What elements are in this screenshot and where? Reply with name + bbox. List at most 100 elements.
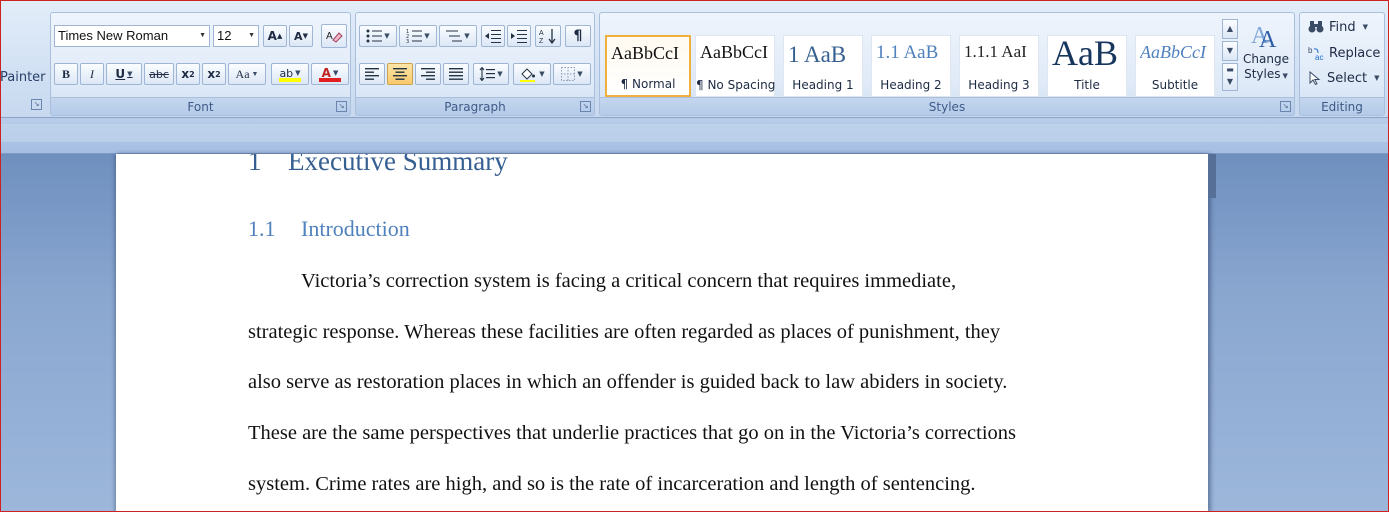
font-size-combo[interactable]: 12 ▼ [213,25,259,47]
styles-scroll-up-button[interactable]: ▲ [1222,19,1238,39]
justify-button[interactable] [443,63,469,85]
change-case-button[interactable]: Aa ▼ [228,63,266,85]
chevron-down-icon: ▼ [251,70,259,78]
style-name: Subtitle [1151,78,1199,92]
style-tile[interactable]: AaBbCcI Subtitle [1135,35,1215,97]
styles-more-button[interactable]: ▬ ▼ [1222,63,1238,91]
svg-text:ac: ac [1315,53,1323,60]
paragraph-line[interactable]: These are the same perspectives that und… [248,422,1016,445]
borders-button[interactable]: ▼ [553,63,591,85]
paragraph-group-label: Paragraph [356,97,594,115]
styles-scroll-down-button[interactable]: ▼ [1222,41,1238,61]
document-page[interactable]: 1 Executive Summary 1.1 Introduction Victo… [116,154,1208,512]
style-name: Title [1074,78,1100,92]
style-tile[interactable]: 1 AaB Heading 1 [783,35,863,97]
style-tile[interactable]: 1.1 AaB Heading 2 [871,35,951,97]
align-center-button[interactable] [387,63,413,85]
decrease-indent-button[interactable] [481,25,505,47]
styles-group: AaBbCcI ¶ Normal AaBbCcI ¶ No Spacing 1 AaB H… [599,12,1295,116]
pilcrow-icon: ¶ [573,28,583,44]
chevron-down-icon: ▼ [577,70,583,78]
select-button[interactable]: Select ▼ [1308,68,1380,88]
decrease-indent-icon [485,30,501,43]
italic-button[interactable]: I [80,63,104,85]
bold-button[interactable]: B [54,63,78,85]
align-left-icon [365,68,379,80]
paragraph-line[interactable]: also serve as restoration places in whic… [248,371,1007,394]
align-right-icon [421,68,435,80]
style-tile[interactable]: 1.1.1 AaI Heading 3 [959,35,1039,97]
chevron-down-icon: ▼ [295,69,301,77]
align-center-icon [393,68,407,80]
font-color-button[interactable]: A ▼ [311,63,349,85]
bullets-icon [366,29,383,43]
chevron-down-icon: ▼ [384,32,390,40]
style-sample: AaBbCcI [700,42,768,62]
grow-font-button[interactable]: A ▲ [263,25,287,47]
font-color-swatch [319,78,341,82]
find-button[interactable]: Find ▼ [1308,17,1368,37]
paragraph-line[interactable]: Victoria’s correction system is facing a… [301,270,956,293]
style-tile[interactable]: AaBbCcI ¶ No Spacing [695,35,775,97]
style-name: Heading 1 [792,78,854,92]
paragraph-line[interactable]: strategic response. Whereas these facili… [248,321,1000,344]
text-highlight-button[interactable]: ab ▼ [271,63,309,85]
heading-2[interactable]: 1.1 Introduction [248,216,410,242]
font-family-value: Times New Roman [58,28,169,43]
svg-text:A: A [326,31,333,42]
heading-2-text: Introduction [301,216,410,241]
style-sample: AaBbCcI [1140,42,1206,62]
shrink-font-button[interactable]: A ▼ [289,25,313,47]
highlight-color-swatch [279,77,301,82]
svg-text:A: A [539,30,544,37]
replace-icon: bac [1308,46,1323,60]
chevron-down-icon: ▼ [424,32,430,40]
multilevel-list-button[interactable]: ▼ [439,25,477,47]
font-family-combo[interactable]: Times New Roman ▼ [54,25,210,47]
subscript-button[interactable]: x2 [176,63,200,85]
change-styles-label-1: Change [1243,52,1289,66]
ribbon: Painter ↘ Times New Roman ▼ 12 ▼ A ▲ A ▼ A… [0,0,1389,118]
clipboard-dialog-launcher-icon[interactable]: ↘ [31,99,42,110]
style-name: ¶ Normal [620,77,676,91]
style-tile[interactable]: AaBbCcI ¶ Normal [605,35,691,97]
format-painter-button[interactable]: Painter [0,70,46,85]
chevron-down-icon: ▼ [1374,74,1380,82]
line-spacing-button[interactable]: ▼ [473,63,509,85]
align-right-button[interactable] [415,63,441,85]
chevron-down-icon: ▼ [464,32,470,40]
heading-1[interactable]: 1 Executive Summary [248,154,508,177]
font-dialog-launcher-icon[interactable]: ↘ [336,101,347,112]
increase-indent-icon [511,30,527,43]
page-shadow [1208,154,1216,198]
numbering-button[interactable]: 123 ▼ [399,25,437,47]
font-group-label: Font [51,97,350,115]
increase-indent-button[interactable] [507,25,531,47]
chevron-down-icon: ▼ [127,70,133,78]
binoculars-icon [1308,21,1324,33]
replace-button[interactable]: b ac Replace [1308,43,1380,63]
style-sample: AaB [1052,33,1118,70]
style-name: ¶ No Spacing [696,78,776,92]
superscript-button[interactable]: x2 [202,63,226,85]
change-styles-button[interactable]: A A Change Styles ▼ [1240,17,1292,97]
style-sample: 1.1 AaB [876,42,939,63]
show-formatting-marks-button[interactable]: ¶ [565,25,591,47]
underline-button[interactable]: U ▼ [106,63,142,85]
align-left-button[interactable] [359,63,385,85]
svg-text:3: 3 [406,39,409,43]
cursor-icon [1309,71,1321,85]
paragraph-line[interactable]: system. Crime rates are high, and so is … [248,473,976,496]
style-tile[interactable]: AaB Title [1047,33,1127,97]
shading-button[interactable]: ▼ [513,63,551,85]
sort-button[interactable]: AZ [535,25,561,47]
paragraph-dialog-launcher-icon[interactable]: ↘ [580,101,591,112]
clear-formatting-button[interactable]: A [321,24,347,48]
clear-formatting-icon: A [326,31,343,43]
style-sample: 1 AaB [788,42,847,67]
heading-1-number: 1 [248,154,262,176]
bullets-button[interactable]: ▼ [359,25,397,47]
strikethrough-button[interactable]: abc [144,63,174,85]
styles-dialog-launcher-icon[interactable]: ↘ [1280,101,1291,112]
heading-2-number: 1.1 [248,216,276,241]
